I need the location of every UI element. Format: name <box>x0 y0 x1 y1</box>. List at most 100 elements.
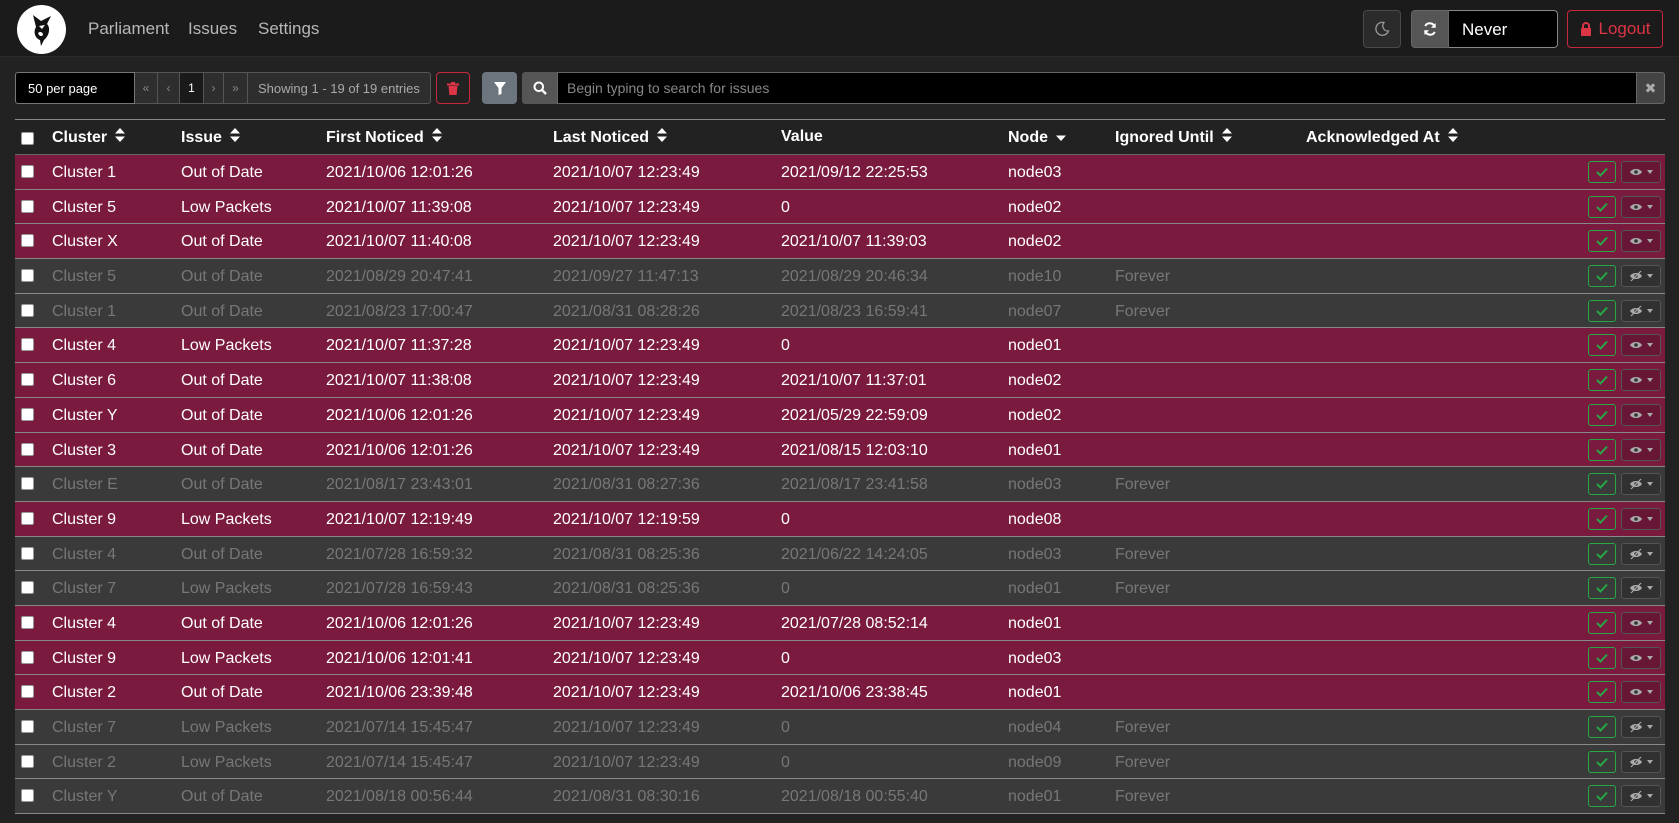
acknowledge-button[interactable] <box>1588 507 1616 530</box>
refresh-button[interactable] <box>1411 10 1449 48</box>
table-row[interactable]: Cluster 6 Out of Date 2021/10/07 11:38:08 2… <box>15 363 1665 398</box>
table-row[interactable]: Cluster 1 Out of Date 2021/10/06 12:01:26 2… <box>15 155 1665 190</box>
acknowledge-button[interactable] <box>1588 334 1616 357</box>
table-row[interactable]: Cluster 4 Out of Date 2021/10/06 12:01:26 2… <box>15 605 1665 641</box>
search-input[interactable] <box>557 72 1637 104</box>
row-checkbox[interactable] <box>21 789 34 803</box>
acknowledge-button[interactable] <box>1588 195 1616 218</box>
row-checkbox[interactable] <box>21 234 34 248</box>
clear-search-button[interactable]: ✖ <box>1637 72 1665 104</box>
acknowledge-button[interactable] <box>1588 265 1616 288</box>
row-checkbox[interactable] <box>21 442 34 456</box>
table-row[interactable]: Cluster 2 Low Packets 2021/07/14 15:45:47 2… <box>15 744 1665 780</box>
table-row[interactable]: Cluster Y Out of Date 2021/08/18 00:56:44 2… <box>15 779 1665 815</box>
column-header-acknowledged-at[interactable]: Acknowledged At <box>1306 128 1458 147</box>
row-checkbox[interactable] <box>21 581 34 595</box>
table-row[interactable]: Cluster 9 Low Packets 2021/10/06 12:01:41 2… <box>15 640 1665 676</box>
column-header-ignored-until[interactable]: Ignored Until <box>1115 128 1232 147</box>
ignore-dropdown-button[interactable] <box>1621 403 1661 426</box>
table-row[interactable]: Cluster 7 Low Packets 2021/07/28 16:59:43 2… <box>15 571 1665 606</box>
ignore-dropdown-button[interactable] <box>1621 646 1661 669</box>
table-row[interactable]: Cluster 7 Low Packets 2021/07/14 15:45:47 2… <box>15 710 1665 745</box>
per-page-select[interactable]: 50 per page <box>15 72 135 104</box>
row-checkbox[interactable] <box>21 720 34 733</box>
row-checkbox[interactable] <box>21 685 34 699</box>
ignore-dropdown-button[interactable] <box>1621 473 1661 496</box>
acknowledge-button[interactable] <box>1588 230 1616 253</box>
ignore-dropdown-button[interactable] <box>1621 716 1661 738</box>
acknowledge-button[interactable] <box>1588 750 1616 773</box>
ignore-dropdown-button[interactable] <box>1621 750 1661 773</box>
acknowledge-button[interactable] <box>1588 785 1616 808</box>
next-page-button[interactable]: › <box>204 72 224 104</box>
row-checkbox[interactable] <box>21 407 34 421</box>
row-checkbox[interactable] <box>21 303 34 317</box>
acknowledge-button[interactable] <box>1588 438 1616 461</box>
ignore-dropdown-button[interactable] <box>1621 542 1661 565</box>
row-checkbox[interactable] <box>21 199 34 213</box>
table-row[interactable]: Cluster 5 Out of Date 2021/08/29 20:47:41 2… <box>15 259 1665 294</box>
prev-page-button[interactable]: ‹ <box>158 72 180 104</box>
acknowledge-button[interactable] <box>1588 403 1616 426</box>
refresh-interval-select[interactable]: Never <box>1449 10 1558 48</box>
ignore-dropdown-button[interactable] <box>1621 299 1661 322</box>
theme-toggle-button[interactable] <box>1363 10 1401 48</box>
ignore-dropdown-button[interactable] <box>1621 507 1661 530</box>
table-row[interactable]: Cluster 3 Out of Date 2021/10/06 12:01:26 2… <box>15 432 1665 468</box>
row-checkbox[interactable] <box>21 477 34 491</box>
table-row[interactable]: Cluster 4 Out of Date 2021/07/28 16:59:32 2… <box>15 536 1665 572</box>
ignore-dropdown-button[interactable] <box>1621 334 1661 357</box>
acknowledge-button[interactable] <box>1588 716 1616 738</box>
row-checkbox[interactable] <box>21 650 34 664</box>
table-row[interactable]: Cluster Y Out of Date 2021/10/06 12:01:26 2… <box>15 397 1665 433</box>
row-checkbox[interactable] <box>21 511 34 525</box>
filter-button[interactable] <box>482 72 517 104</box>
nav-parliament[interactable]: Parliament <box>88 19 169 39</box>
acknowledge-button[interactable] <box>1588 369 1616 392</box>
ignore-dropdown-button[interactable] <box>1621 230 1661 253</box>
first-page-button[interactable]: « <box>135 72 158 104</box>
ignore-dropdown-button[interactable] <box>1621 369 1661 392</box>
row-checkbox[interactable] <box>21 615 34 629</box>
acknowledge-button[interactable] <box>1588 473 1616 496</box>
ignore-dropdown-button[interactable] <box>1621 681 1661 704</box>
last-page-button[interactable]: » <box>224 72 248 104</box>
row-checkbox[interactable] <box>21 338 34 352</box>
nav-settings[interactable]: Settings <box>258 19 319 39</box>
column-header-first-noticed[interactable]: First Noticed <box>326 128 442 147</box>
acknowledge-button[interactable] <box>1588 161 1616 183</box>
column-header-cluster[interactable]: Cluster <box>52 128 126 147</box>
row-checkbox[interactable] <box>21 269 34 283</box>
ignore-dropdown-button[interactable] <box>1621 611 1661 634</box>
table-row[interactable]: Cluster 2 Out of Date 2021/10/06 23:39:48 2… <box>15 675 1665 710</box>
logout-button[interactable]: Logout <box>1567 10 1663 48</box>
select-all-checkbox[interactable] <box>21 132 34 145</box>
table-row[interactable]: Cluster 5 Low Packets 2021/10/07 11:39:08 2… <box>15 189 1665 225</box>
ignore-dropdown-button[interactable] <box>1621 195 1661 218</box>
row-checkbox[interactable] <box>21 165 34 178</box>
parliament-logo[interactable] <box>17 5 66 54</box>
acknowledge-button[interactable] <box>1588 681 1616 704</box>
remove-issues-button[interactable] <box>436 72 470 104</box>
ignore-dropdown-button[interactable] <box>1621 577 1661 600</box>
table-row[interactable]: Cluster X Out of Date 2021/10/07 11:40:08 2… <box>15 224 1665 260</box>
column-header-issue[interactable]: Issue <box>181 128 240 147</box>
row-checkbox[interactable] <box>21 373 34 387</box>
acknowledge-button[interactable] <box>1588 299 1616 322</box>
table-row[interactable]: Cluster 9 Low Packets 2021/10/07 12:19:49 2… <box>15 501 1665 537</box>
ignore-dropdown-button[interactable] <box>1621 161 1661 183</box>
table-row[interactable]: Cluster E Out of Date 2021/08/17 23:43:01 2… <box>15 467 1665 502</box>
table-row[interactable]: Cluster 4 Low Packets 2021/10/07 11:37:28 2… <box>15 328 1665 364</box>
current-page-button[interactable]: 1 <box>180 72 204 104</box>
acknowledge-button[interactable] <box>1588 577 1616 600</box>
column-header-node[interactable]: Node <box>1008 128 1066 147</box>
acknowledge-button[interactable] <box>1588 646 1616 669</box>
ignore-dropdown-button[interactable] <box>1621 785 1661 808</box>
table-row[interactable]: Cluster 1 Out of Date 2021/08/23 17:00:47 2… <box>15 293 1665 329</box>
acknowledge-button[interactable] <box>1588 611 1616 634</box>
nav-issues[interactable]: Issues <box>188 19 237 39</box>
acknowledge-button[interactable] <box>1588 542 1616 565</box>
row-checkbox[interactable] <box>21 546 34 560</box>
row-checkbox[interactable] <box>21 754 34 768</box>
ignore-dropdown-button[interactable] <box>1621 265 1661 288</box>
